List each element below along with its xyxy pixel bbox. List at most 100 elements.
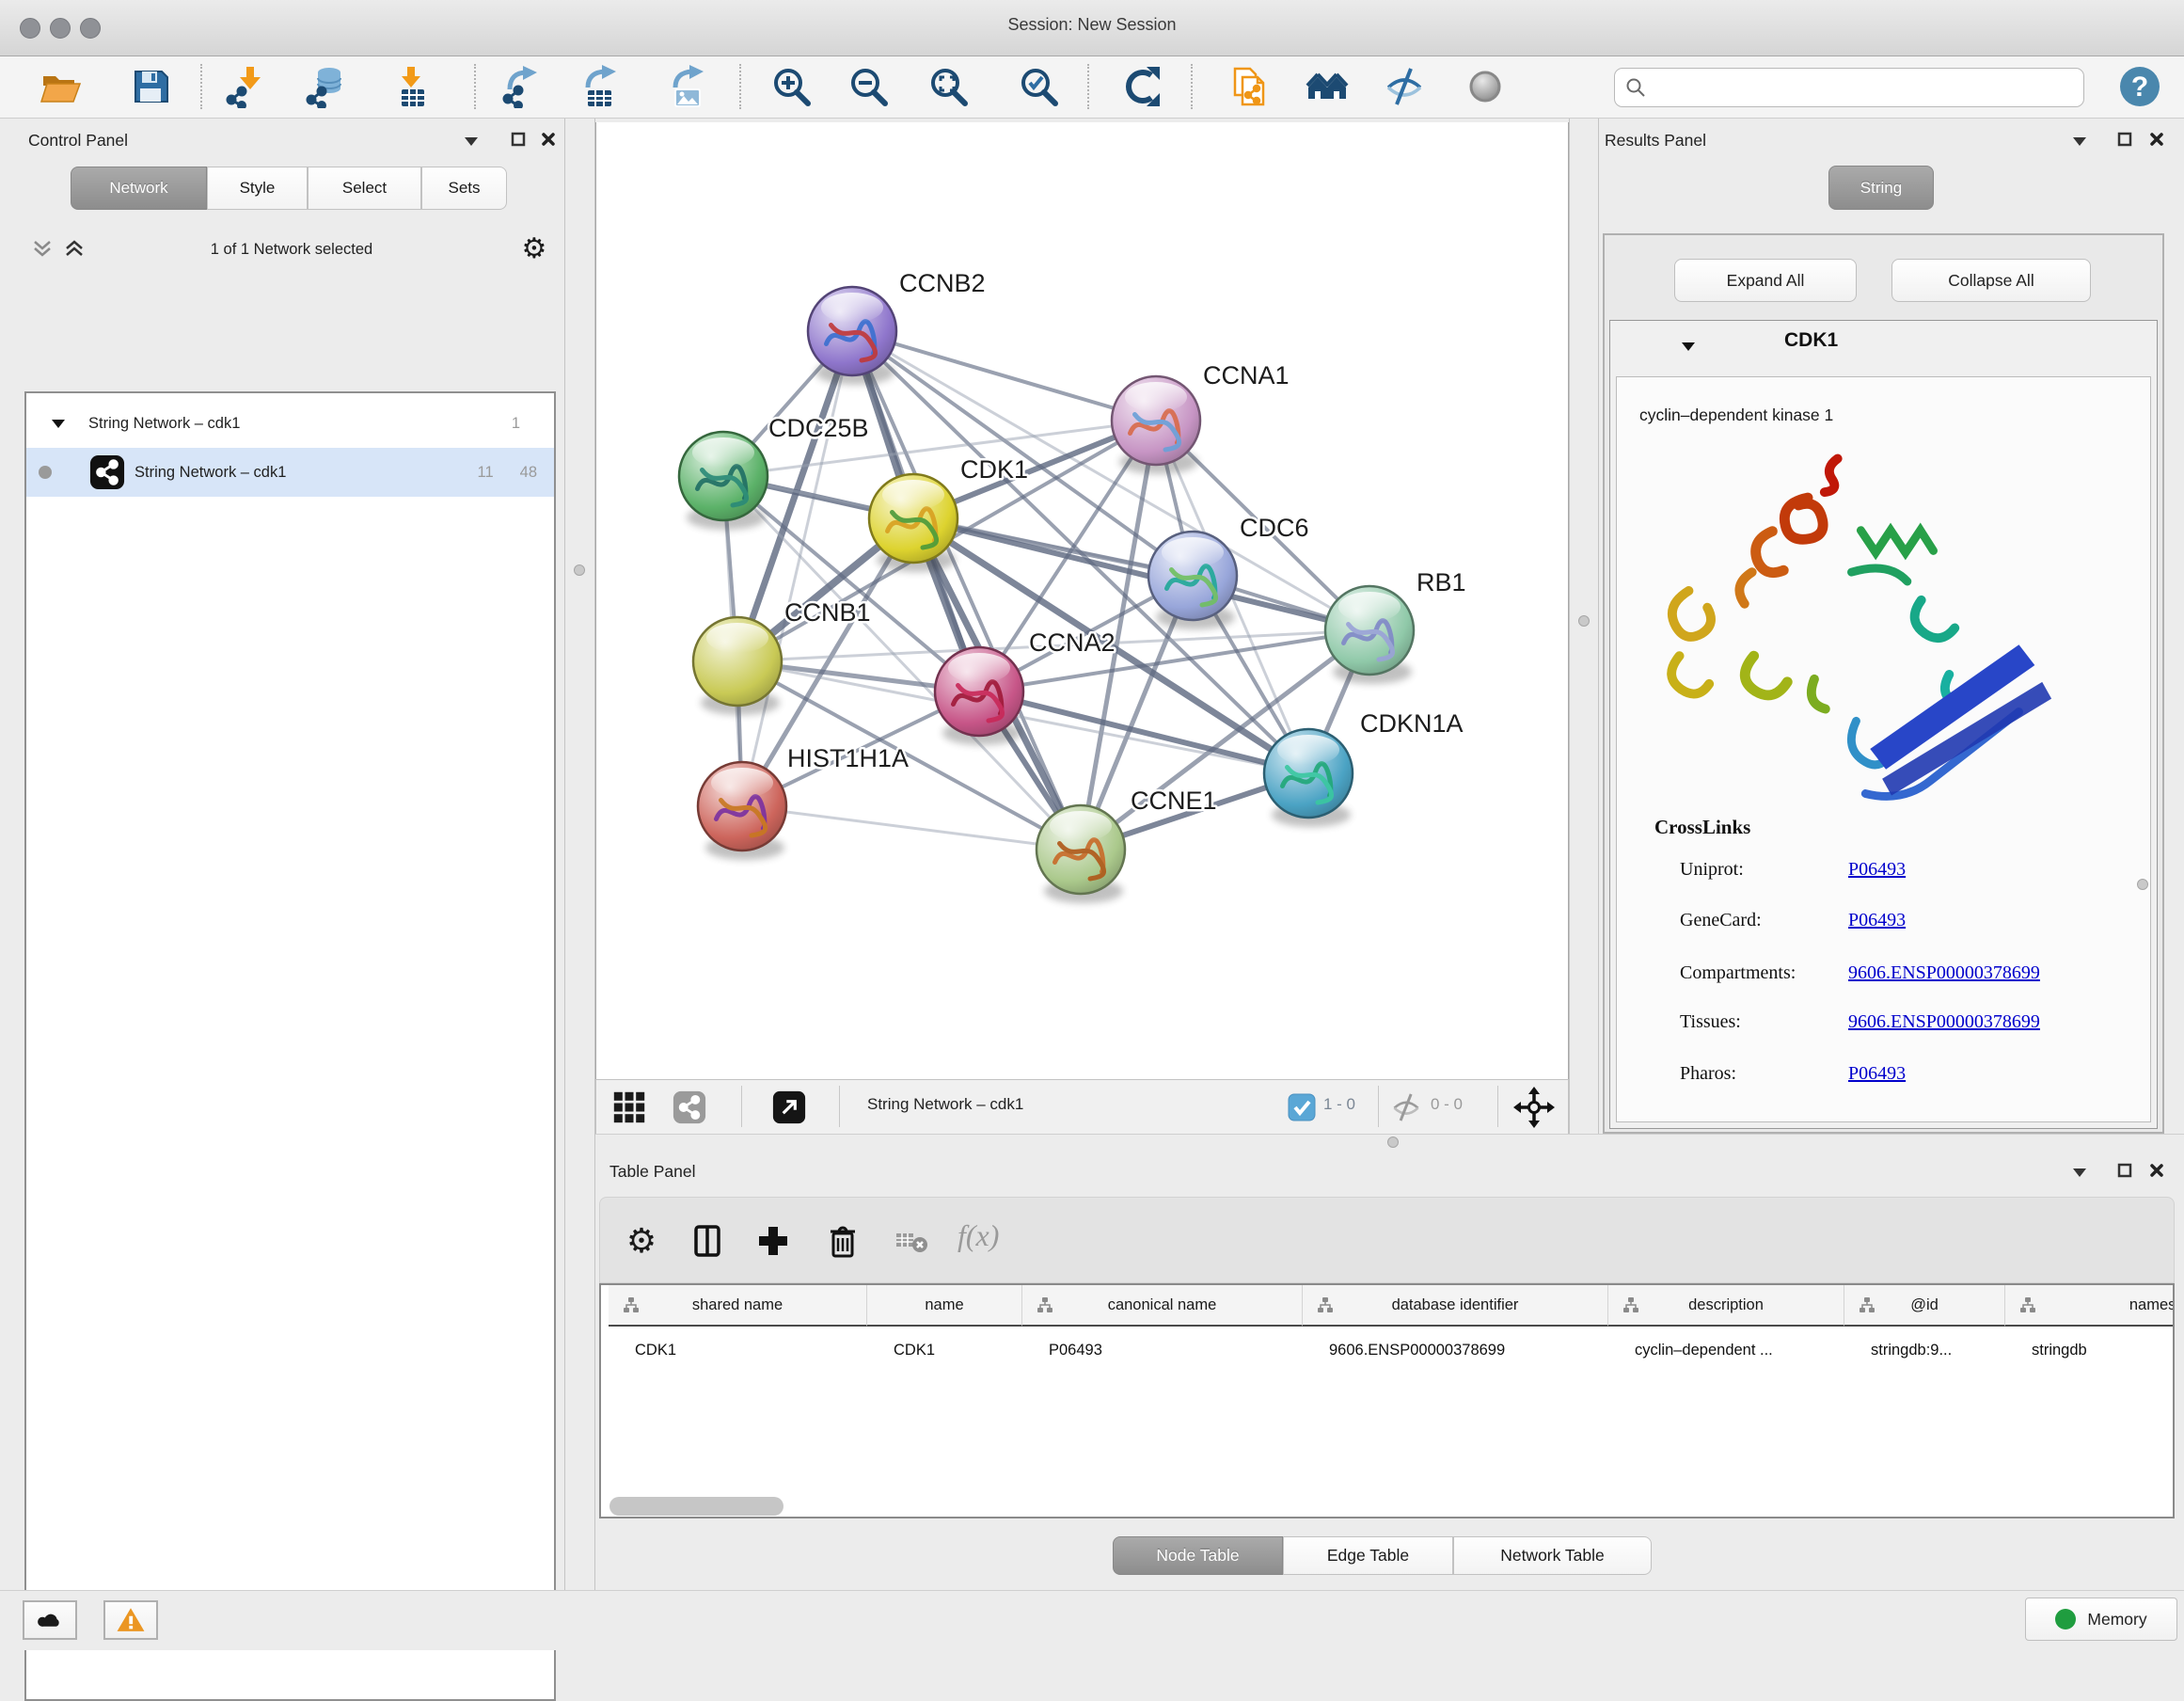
memory-button[interactable]: Memory [2025,1598,2177,1641]
export-image-button[interactable] [661,60,714,113]
bottom-splitter[interactable] [595,1134,2184,1150]
tab-network-table[interactable]: Network Table [1453,1536,1652,1575]
column-header-name[interactable]: name [867,1285,1022,1327]
save-session-button[interactable] [124,60,177,113]
graph-node-RB1[interactable] [1325,586,1414,684]
tab-select[interactable]: Select [308,167,421,210]
crosslink-link[interactable]: 9606.ENSP00000378699 [1848,1011,2040,1033]
import-network-file-button[interactable] [218,60,271,113]
network-collection-row[interactable]: String Network – cdk1 1 [26,399,554,448]
cloud-status-button[interactable] [23,1600,77,1640]
network-graph[interactable]: CCNB2CCNA1CDC25BCDK1CDC6RB1CCNB1CCNA2CDK… [596,122,1569,1079]
zoom-fit-button[interactable] [923,60,975,113]
table-cell[interactable]: cyclin–dependent ... [1608,1328,1844,1372]
results-panel-float-button[interactable] [2114,130,2135,149]
open-session-button[interactable] [34,60,87,113]
column-header-database-identifier[interactable]: database identifier [1303,1285,1608,1327]
left-splitter[interactable] [564,119,595,1590]
refresh-button[interactable] [1116,60,1168,113]
selected-checkbox[interactable] [1288,1093,1316,1121]
column-header-namespace[interactable]: namespace [2005,1285,2175,1327]
control-panel-close-button[interactable] [538,130,559,149]
left-splitter-grip[interactable] [574,564,585,576]
warnings-button[interactable] [103,1600,158,1640]
birdseye-view-button[interactable] [772,1090,806,1124]
crosslink-link[interactable]: P06493 [1848,1063,1906,1085]
collapse-all-button[interactable]: Collapse All [1891,259,2091,302]
column-header-description[interactable]: description [1608,1285,1844,1327]
show-columns-button[interactable] [683,1216,732,1265]
zoom-selected-button[interactable] [1013,60,1066,113]
export-network-button[interactable] [494,60,546,113]
graph-node-CCNB2[interactable] [808,287,896,385]
zoom-in-button[interactable] [766,60,818,113]
graph-node-CCNA1[interactable] [1112,376,1200,474]
zoom-out-button[interactable] [843,60,895,113]
results-scroll-dot[interactable] [2137,879,2148,890]
network-row[interactable]: String Network – cdk1 11 48 [26,448,554,497]
network-view-app-button[interactable] [673,1090,706,1124]
import-table-button[interactable] [386,60,438,113]
tab-node-table[interactable]: Node Table [1113,1536,1283,1575]
node-table[interactable]: shared namenamecanonical namedatabase id… [599,1283,2175,1518]
right-splitter[interactable] [1569,119,1599,1134]
right-splitter-grip[interactable] [1578,615,1590,627]
control-panel-float-button[interactable] [508,130,529,149]
tab-network[interactable]: Network [71,167,207,210]
graph-edge[interactable] [742,806,1081,850]
home-button[interactable] [1301,60,1353,113]
graph-node-CCNA2[interactable] [935,647,1023,745]
crosslink-link[interactable]: 9606.ENSP00000378699 [1848,962,2040,984]
table-cell[interactable]: stringdb [2005,1328,2175,1372]
table-settings-gear-button[interactable]: ⚙ [617,1216,666,1265]
help-button[interactable]: ? [2114,60,2165,113]
share-document-button[interactable] [1224,60,1276,113]
column-header--id[interactable]: @id [1844,1285,2005,1327]
hidden-toggle[interactable] [1390,1091,1422,1123]
gene-section-expander-icon[interactable] [1681,342,1696,352]
tab-sets[interactable]: Sets [421,167,507,210]
tree-expander-icon[interactable] [51,419,66,429]
tab-style[interactable]: Style [207,167,308,210]
graph-node-CDKN1A[interactable] [1264,729,1353,827]
crosslink-link[interactable]: P06493 [1848,910,1906,931]
column-header-shared-name[interactable]: shared name [609,1285,867,1327]
hide-selected-button[interactable] [1378,60,1431,113]
crosslink-link[interactable]: P06493 [1848,859,1906,881]
column-header-canonical-name[interactable]: canonical name [1022,1285,1303,1327]
graph-node-CCNE1[interactable] [1037,805,1125,903]
delete-table-button[interactable] [888,1216,937,1265]
tab-string[interactable]: String [1828,166,1934,210]
table-hscrollbar-thumb[interactable] [609,1497,783,1516]
tab-edge-table[interactable]: Edge Table [1283,1536,1453,1575]
table-cell[interactable]: CDK1 [609,1328,867,1372]
network-canvas[interactable]: CCNB2CCNA1CDC25BCDK1CDC6RB1CCNB1CCNA2CDK… [595,122,1569,1079]
graph-node-CDC6[interactable] [1148,532,1237,629]
table-cell[interactable]: P06493 [1022,1328,1303,1372]
table-cell[interactable]: CDK1 [867,1328,1022,1372]
control-panel-float-menu[interactable] [461,132,482,151]
results-panel-float-menu[interactable] [2069,132,2090,151]
collapse-all-networks-button[interactable] [32,239,53,258]
fit-selected-button[interactable] [1513,1087,1555,1128]
expand-all-networks-button[interactable] [64,239,85,258]
table-panel-close-button[interactable] [2146,1161,2167,1180]
graph-node-CCNB1[interactable] [693,617,782,715]
function-builder-button[interactable]: f(x) [957,1218,999,1253]
show-all-button[interactable] [1459,60,1511,113]
add-column-button[interactable] [749,1216,798,1265]
export-table-button[interactable] [574,60,626,113]
search-input[interactable] [1614,68,2084,107]
network-options-gear-button[interactable]: ⚙ [519,233,549,263]
import-network-database-button[interactable] [299,60,352,113]
table-cell[interactable]: 9606.ENSP00000378699 [1303,1328,1608,1372]
delete-column-button[interactable] [818,1216,867,1265]
grid-view-button[interactable] [612,1090,646,1124]
graph-node-HIST1H1A[interactable] [698,762,786,860]
graph-node-CDC25B[interactable] [679,432,768,530]
table-panel-float-button[interactable] [2114,1161,2135,1180]
table-panel-float-menu[interactable] [2069,1163,2090,1182]
table-cell[interactable]: stringdb:9... [1844,1328,2005,1372]
graph-node-CDK1[interactable] [869,474,957,572]
bottom-splitter-grip[interactable] [1387,1137,1399,1148]
